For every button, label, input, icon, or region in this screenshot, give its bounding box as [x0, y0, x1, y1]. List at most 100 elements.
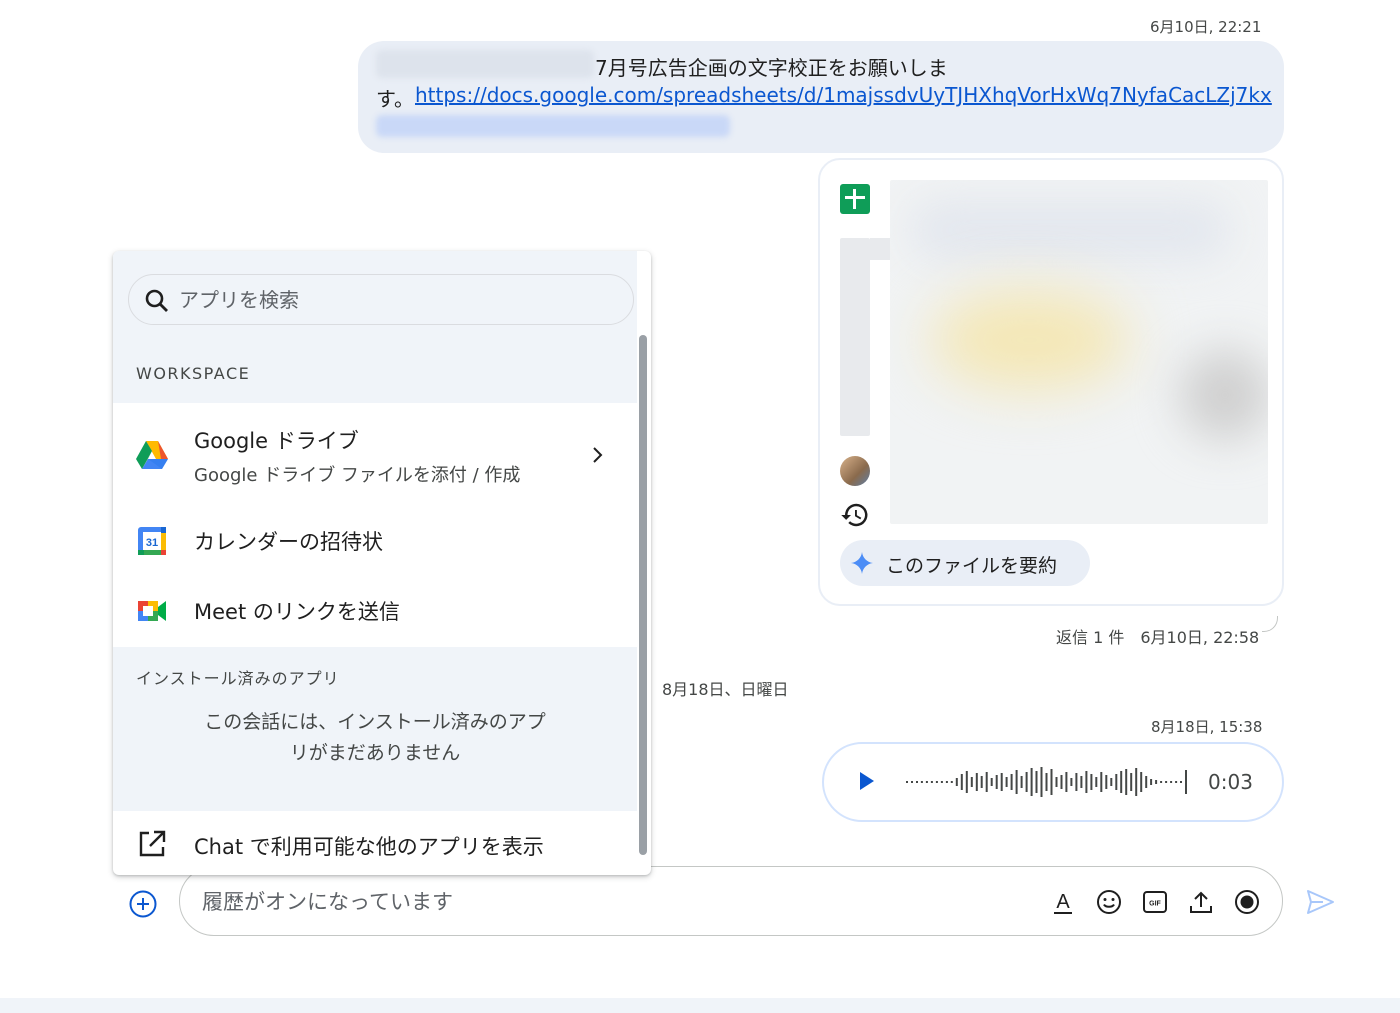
waveform-bar: [1130, 773, 1133, 791]
upload-icon[interactable]: [1186, 887, 1216, 917]
add-app-icon[interactable]: [128, 889, 158, 919]
workspace-section-label: WORKSPACE: [136, 364, 251, 383]
installed-apps-section: インストール済みのアプリ この会話には、インストール済みのアプ リがまだありませ…: [113, 647, 637, 811]
message-text-line1: 7月号広告企画の文字校正をお願いしま: [595, 56, 948, 80]
search-icon: [145, 289, 168, 312]
waveform-bar: [940, 781, 943, 783]
scrollbar[interactable]: [639, 335, 647, 855]
waveform-bar: [960, 774, 963, 790]
summarize-label: このファイルを要約: [886, 555, 1058, 577]
waveform-bar: [1010, 774, 1013, 790]
app-search-input[interactable]: [179, 285, 599, 315]
thread-connector: [1262, 616, 1278, 632]
preview-sidebar-tab: [870, 238, 890, 260]
empty-message-line1: この会話には、インストール済みのアプ: [204, 711, 546, 733]
waveform-bar: [1040, 767, 1043, 797]
waveform-bar: [1110, 778, 1113, 786]
waveform-bar: [916, 781, 918, 783]
gif-icon[interactable]: GIF: [1140, 887, 1170, 917]
waveform-bar: [975, 773, 978, 791]
waveform-bar: [1145, 776, 1148, 788]
waveform-bar: [1175, 781, 1178, 783]
waveform-bar: [970, 777, 973, 787]
empty-message-line2: リがまだありません: [289, 742, 461, 764]
waveform-bar: [1070, 778, 1073, 786]
send-icon[interactable]: [1304, 886, 1336, 918]
play-icon[interactable]: [860, 772, 874, 790]
redacted-text: [376, 115, 730, 137]
waveform-bar: [1005, 777, 1008, 787]
waveform-bar: [1015, 770, 1018, 794]
waveform-bar: [1085, 771, 1088, 793]
message-text-prefix: す。: [376, 87, 414, 111]
record-video-icon[interactable]: [1232, 887, 1262, 917]
waveform-bar: [990, 778, 993, 786]
menu-item-subtitle: Google ドライブ ファイルを添付 / 作成: [194, 465, 521, 486]
waveform-bar: [920, 781, 923, 783]
file-attachment-card[interactable]: このファイルを要約: [818, 158, 1284, 606]
format-text-icon[interactable]: A: [1048, 887, 1078, 917]
menu-item-calendar-invite[interactable]: 31 カレンダーの招待状: [113, 506, 637, 576]
installed-apps-empty-message: この会話には、インストール済みのアプ リがまだありません: [165, 707, 585, 769]
thread-reply-info[interactable]: 返信 1 件 6月10日, 22:58: [1056, 624, 1259, 648]
menu-item-title: Google ドライブ: [194, 429, 359, 453]
menu-item-google-drive[interactable]: Google ドライブ Google ドライブ ファイルを添付 / 作成: [113, 403, 637, 503]
spreadsheet-link[interactable]: https://docs.google.com/spreadsheets/d/1…: [415, 83, 1272, 107]
waveform-bar: [1105, 775, 1108, 789]
installed-apps-label: インストール済みのアプリ: [136, 669, 340, 688]
svg-text:GIF: GIF: [1149, 901, 1161, 908]
waveform-bar: [1095, 777, 1098, 787]
waveform-bar: [1140, 772, 1143, 792]
waveform-bar: [945, 781, 948, 783]
waveform-bar: [925, 781, 928, 783]
waveform-bar: [1050, 769, 1053, 795]
waveform-bar: [1135, 768, 1138, 796]
waveform-bar: [1030, 768, 1033, 796]
waveform-bar: [1160, 781, 1163, 783]
waveform-bar: [995, 775, 998, 789]
file-preview-thumbnail[interactable]: [890, 180, 1268, 524]
date-separator: 8月18日、日曜日: [662, 680, 789, 699]
google-sheets-icon: [840, 184, 870, 214]
app-search-header: WORKSPACE: [113, 251, 637, 403]
waveform-bar: [1055, 777, 1058, 787]
menu-item-meet-link[interactable]: Meet のリンクを送信: [113, 576, 637, 646]
svg-text:31: 31: [146, 537, 158, 549]
summarize-file-button[interactable]: このファイルを要約: [840, 540, 1090, 586]
waveform-bar: [980, 776, 983, 788]
waveform-bar: [930, 781, 933, 783]
redacted-text: [376, 50, 594, 78]
waveform-bar: [1065, 772, 1068, 792]
waveform-bar: [906, 781, 908, 783]
waveform-bar: [950, 781, 953, 783]
menu-item-title: Chat で利用可能な他のアプリを表示: [194, 835, 544, 859]
voice-timestamp: 8月18日, 15:38: [1151, 718, 1263, 736]
waveform-bar: [965, 771, 968, 793]
voice-duration: 0:03: [1208, 770, 1253, 794]
waveform-bar: [1045, 773, 1048, 791]
waveform-bar: [1020, 776, 1023, 788]
message-input[interactable]: [202, 885, 1022, 919]
preview-sidebar: [840, 238, 870, 436]
waveform-bar: [1080, 776, 1083, 788]
menu-item-more-apps[interactable]: Chat で利用可能な他のアプリを表示: [113, 811, 637, 875]
message-bubble: 7月号広告企画の文字校正をお願いしま す。 https://docs.googl…: [358, 41, 1284, 153]
google-calendar-icon: 31: [138, 527, 166, 555]
waveform-bar: [935, 781, 938, 783]
waveform-bar: [1165, 781, 1168, 783]
gemini-sparkle-icon: [851, 552, 873, 574]
audio-waveform[interactable]: [906, 764, 1190, 800]
waveform-bar: [1185, 770, 1187, 794]
emoji-icon[interactable]: [1094, 887, 1124, 917]
waveform-bar: [1155, 780, 1158, 784]
app-search-box[interactable]: [128, 274, 634, 325]
waveform-bar: [1120, 771, 1123, 793]
waveform-bar: [1125, 769, 1128, 795]
message-composer: A GIF: [179, 866, 1283, 936]
bottom-band: [0, 998, 1400, 1013]
waveform-bar: [1180, 781, 1182, 783]
waveform-bar: [1090, 774, 1093, 790]
message-timestamp: 6月10日, 22:21: [1150, 18, 1262, 36]
history-icon[interactable]: [840, 500, 870, 530]
google-drive-icon: [136, 441, 168, 469]
